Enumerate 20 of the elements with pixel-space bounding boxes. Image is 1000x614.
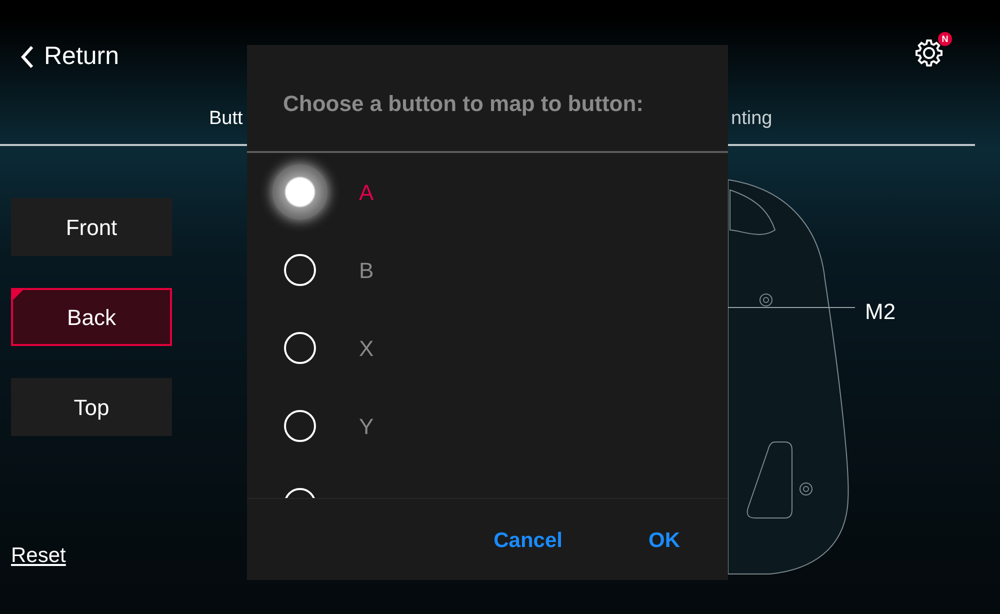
side-view-button[interactable]: Front — [11, 198, 172, 256]
option-label: B — [359, 256, 374, 284]
dialog-title: Choose a button to map to button: — [282, 90, 644, 118]
option-label: X — [359, 334, 374, 362]
side-view-button[interactable]: Top — [11, 378, 172, 436]
return-button[interactable]: Return — [20, 38, 120, 76]
tab[interactable]: Butt — [209, 105, 243, 134]
radio-button[interactable] — [272, 164, 328, 220]
radio-button[interactable] — [284, 254, 316, 286]
cancel-button[interactable]: Cancel — [486, 521, 570, 560]
back-chevron-icon — [20, 44, 34, 69]
option-label: Y — [359, 412, 374, 440]
side-view-button[interactable]: Back — [11, 288, 172, 346]
button-callout-label: M2 — [865, 298, 896, 326]
reset-link[interactable]: Reset — [11, 540, 66, 572]
tab[interactable]: nting — [731, 105, 772, 134]
radio-button[interactable] — [284, 332, 316, 364]
ok-button[interactable]: OK — [640, 521, 688, 560]
option-label: A — [359, 178, 374, 206]
radio-button[interactable] — [284, 410, 316, 442]
